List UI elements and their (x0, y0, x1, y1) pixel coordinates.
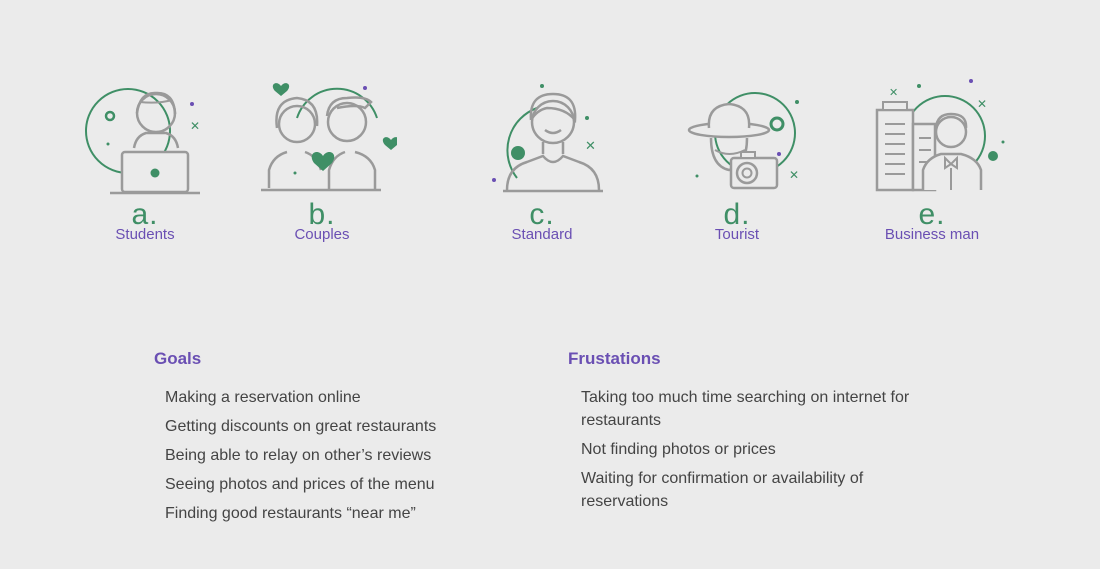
standard-person-icon: ✕ (492, 84, 603, 193)
frustrations-item: Waiting for confirmation or availability… (581, 470, 864, 510)
persona-standard: ✕ c. Standard (467, 78, 617, 244)
couple-hearts-icon (261, 83, 397, 192)
frustrations-title: Frustations (568, 349, 661, 368)
goals-item: Seeing photos and prices of the menu (165, 476, 435, 493)
frustrations-item: Taking too much time searching on intern… (581, 389, 910, 429)
goals-item: Being able to relay on other’s reviews (165, 447, 432, 464)
svg-text:✕: ✕ (789, 168, 799, 182)
svg-text:✕: ✕ (190, 119, 200, 133)
goals-item: Making a reservation online (165, 389, 361, 406)
persona-couples: b. Couples (247, 78, 397, 244)
goals-item: Getting discounts on great restaurants (165, 418, 437, 435)
persona-name: Standard (511, 226, 573, 243)
frustrations-item: Not finding photos or prices (581, 441, 776, 458)
persona-name: Business man (884, 226, 980, 243)
goals-item: Finding good restaurants “near me” (165, 505, 416, 522)
persona-students: ✕ a. Students (70, 78, 220, 244)
persona-tourist: ✕ d. Tourist (662, 78, 812, 244)
persona-businessman: ✕ ✕ e. Business man (857, 78, 1007, 244)
tourist-camera-icon: ✕ (687, 92, 799, 190)
goals-title: Goals (154, 349, 202, 368)
goals-list: Making a reservation online Getting disc… (165, 386, 545, 531)
frustrations-list: Taking too much time searching on intern… (581, 386, 911, 519)
student-laptop-icon: ✕ (85, 88, 200, 195)
persona-name: Couples (294, 226, 350, 243)
svg-text:✕: ✕ (977, 97, 987, 111)
persona-name: Students (115, 226, 175, 243)
svg-text:✕: ✕ (585, 139, 596, 154)
persona-name: Tourist (714, 226, 760, 243)
svg-text:✕: ✕ (889, 86, 898, 99)
businessman-building-icon: ✕ ✕ (875, 79, 1005, 192)
